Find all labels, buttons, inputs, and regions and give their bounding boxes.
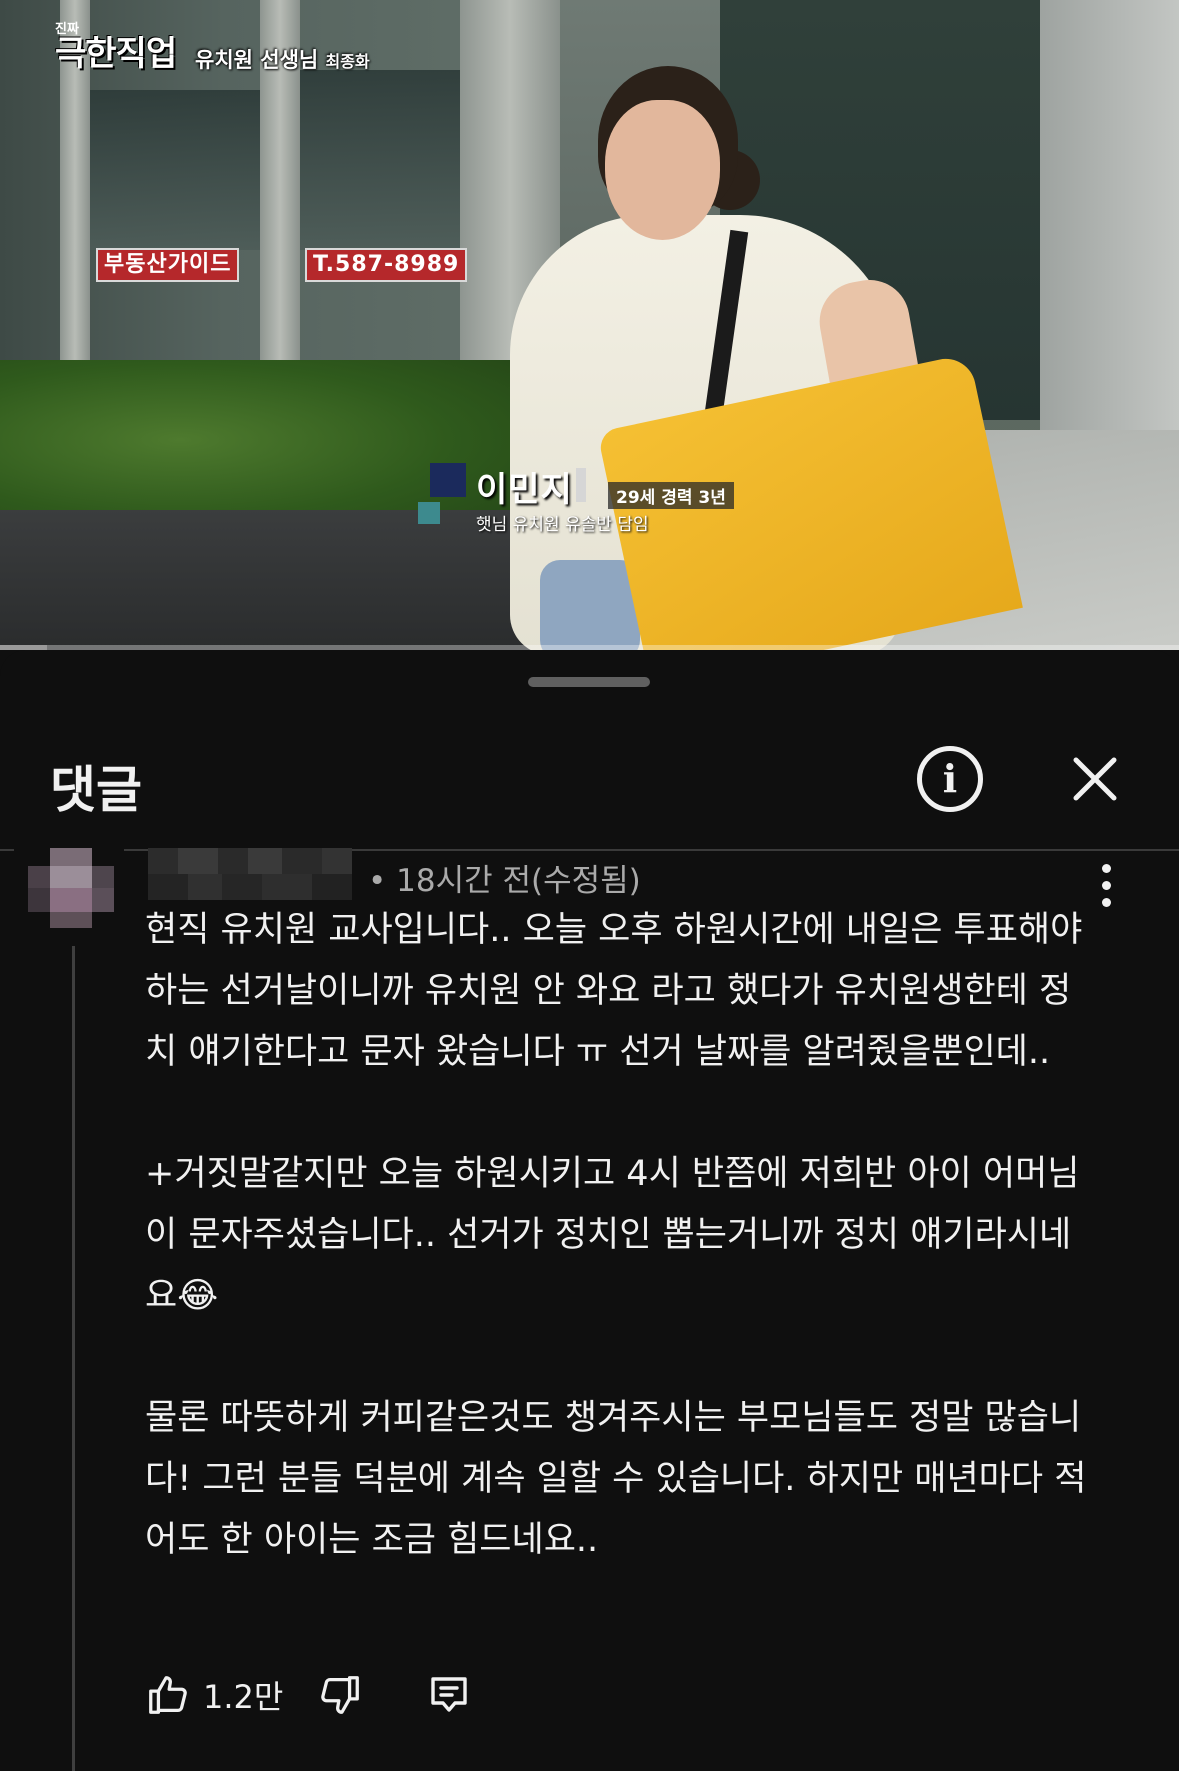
comment-actions: 1.2만 — [145, 1660, 473, 1730]
close-button[interactable] — [1066, 750, 1124, 808]
reply-comment-icon — [431, 1677, 468, 1712]
drag-handle[interactable] — [528, 677, 650, 687]
thread-line — [72, 946, 75, 1771]
info-button[interactable]: i — [917, 746, 983, 812]
video-player[interactable]: 부동산가이드 T.587-8989 진짜 극한직업 유치원 선생님 최종화 이민… — [0, 0, 1179, 650]
store-sign: 부동산가이드 — [96, 248, 240, 282]
close-icon — [1073, 757, 1117, 801]
dislike-button[interactable] — [317, 1672, 363, 1718]
thumbs-up-icon — [149, 1676, 187, 1714]
caption-job: 햇님 유치원 유솔반 담임 — [476, 515, 649, 535]
reply-button[interactable] — [425, 1671, 473, 1719]
comment-text: 현직 유치원 교사입니다.. 오늘 오후 하원시간에 내일은 투표해야 하는 선… — [145, 900, 1095, 1571]
episode-title: 유치원 선생님 최종화 — [195, 48, 370, 72]
like-count: 1.2만 — [203, 1678, 284, 1716]
thumbs-down-icon — [321, 1676, 360, 1714]
comment-paragraph: 물론 따뜻하게 커피같은것도 챙겨주시는 부모님들도 정말 많습니다! 그런 분… — [145, 1398, 1087, 1560]
comments-sheet: 댓글 i • 18시간 전(수정됨) 현직 유치원 교사입니다.. 오늘 오후 … — [0, 650, 1179, 1771]
like-button[interactable]: 1.2만 — [145, 1672, 283, 1718]
comment-paragraph: 현직 유치원 교사입니다.. 오늘 오후 하원시간에 내일은 투표해야 하는 선… — [145, 910, 1083, 1072]
sheet-title: 댓글 — [50, 761, 142, 819]
caption-age: 29세 경력 3년 — [608, 482, 734, 509]
comment-paragraph: +거짓말같지만 오늘 하원시키고 4시 반쯤에 저희반 아이 어머님이 문자주셨… — [145, 1154, 1080, 1316]
show-logo-title: 극한직업 — [55, 34, 177, 74]
avatar[interactable] — [14, 848, 124, 928]
info-icon: i — [942, 756, 958, 801]
comment-timestamp: • 18시간 전(수정됨) — [368, 863, 641, 899]
show-logo: 진짜 극한직업 — [55, 18, 177, 74]
store-phone-sign: T.587-8989 — [305, 248, 468, 282]
author-name-redacted[interactable] — [148, 848, 352, 900]
more-vertical-icon — [1101, 864, 1111, 873]
more-options-button[interactable] — [1094, 864, 1118, 912]
caption-name: 이민지 — [476, 470, 573, 510]
